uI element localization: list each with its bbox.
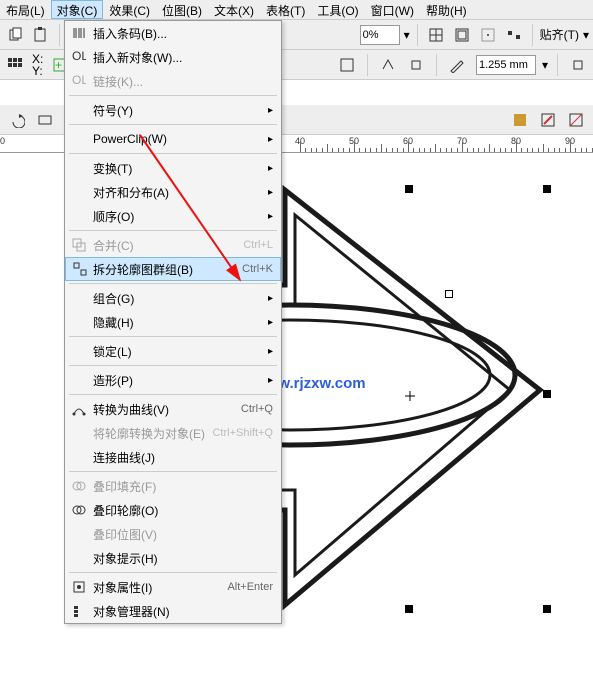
combine-icon: [71, 237, 87, 253]
menu-insert-barcode[interactable]: 插入条码(B)...: [65, 21, 281, 45]
menu-object-hinting[interactable]: 对象提示(H): [65, 546, 281, 570]
menu-group[interactable]: 组合(G)▸: [65, 286, 281, 310]
submenu-arrow-icon: ▸: [268, 105, 273, 116]
menu-object[interactable]: 对象(C): [51, 0, 104, 19]
copy-button[interactable]: [4, 24, 26, 46]
menu-links: OLE链接(K)...: [65, 69, 281, 93]
x-label: X:: [32, 53, 43, 65]
svg-text:+: +: [55, 58, 62, 72]
submenu-arrow-icon: ▸: [268, 134, 273, 145]
menu-overprint-outline[interactable]: 叠印轮廓(O): [65, 498, 281, 522]
undo-action-button[interactable]: [6, 109, 28, 131]
outline-pen-button[interactable]: [446, 54, 468, 76]
snap-dynamic-button[interactable]: [503, 24, 525, 46]
menu-object-properties[interactable]: 对象属性(I)Alt+Enter: [65, 575, 281, 599]
selection-center[interactable]: [405, 390, 415, 400]
dropdown-arrow-icon[interactable]: ▾: [583, 28, 589, 42]
menu-insert-object[interactable]: OLE插入新对象(W)...: [65, 45, 281, 69]
menu-table[interactable]: 表格(T): [260, 0, 311, 19]
snap-guides-button[interactable]: [451, 24, 473, 46]
y-label: Y:: [32, 65, 43, 77]
object-menu-dropdown: 插入条码(B)... OLE插入新对象(W)... OLE链接(K)... 符号…: [64, 20, 282, 624]
break-icon: [72, 261, 88, 277]
outline-color-button[interactable]: [537, 109, 559, 131]
grid-tool-button[interactable]: [4, 54, 26, 76]
snap-label[interactable]: 贴齐(T): [540, 26, 579, 43]
menu-hide[interactable]: 隐藏(H)▸: [65, 310, 281, 334]
dropdown-arrow-icon[interactable]: ▾: [404, 28, 410, 42]
submenu-arrow-icon: ▸: [268, 163, 273, 174]
node-handle[interactable]: [445, 290, 453, 298]
fill-color-button[interactable]: [509, 109, 531, 131]
props-icon: [71, 579, 87, 595]
menu-outline-to-object: 将轮廓转换为对象(E)Ctrl+Shift+Q: [65, 421, 281, 445]
wrap-button[interactable]: [336, 54, 358, 76]
selection-handle-mr[interactable]: [543, 390, 551, 398]
menu-powerclip[interactable]: PowerClip(W)▸: [65, 127, 281, 151]
dropdown-arrow-icon[interactable]: ▾: [542, 58, 548, 72]
menu-convert-curves[interactable]: 转换为曲线(V)Ctrl+Q: [65, 397, 281, 421]
no-fill-button[interactable]: [565, 109, 587, 131]
menu-help[interactable]: 帮助(H): [420, 0, 473, 19]
submenu-arrow-icon: ▸: [268, 317, 273, 328]
menu-window[interactable]: 窗口(W): [365, 0, 420, 19]
menu-shaping[interactable]: 造形(P)▸: [65, 368, 281, 392]
menu-order[interactable]: 顺序(O)▸: [65, 204, 281, 228]
menubar: 布局(L) 对象(C) 效果(C) 位图(B) 文本(X) 表格(T) 工具(O…: [0, 0, 593, 20]
submenu-arrow-icon: ▸: [268, 211, 273, 222]
menu-join-curves[interactable]: 连接曲线(J): [65, 445, 281, 469]
menu-align-distribute[interactable]: 对齐和分布(A)▸: [65, 180, 281, 204]
ole-new-icon: OLE: [71, 49, 87, 65]
submenu-arrow-icon: ▸: [268, 293, 273, 304]
rect-tool-button[interactable]: [34, 109, 56, 131]
menu-overprint-bitmap: 叠印位图(V): [65, 522, 281, 546]
edge-button[interactable]: [567, 54, 589, 76]
manager-icon: [71, 603, 87, 619]
menu-tools[interactable]: 工具(O): [311, 0, 364, 19]
svg-text:OLE: OLE: [72, 50, 86, 63]
overfill-icon: [71, 478, 87, 494]
menu-break-apart[interactable]: 拆分轮廓图群组(B)Ctrl+K: [65, 257, 281, 281]
contour-steps-button[interactable]: [405, 54, 427, 76]
outline-width-input[interactable]: [476, 55, 536, 75]
overoutline-icon: [71, 502, 87, 518]
paste-button[interactable]: [30, 24, 52, 46]
menu-bitmap[interactable]: 位图(B): [156, 0, 208, 19]
menu-lock[interactable]: 锁定(L)▸: [65, 339, 281, 363]
selection-handle-tm[interactable]: [405, 185, 413, 193]
menu-transform[interactable]: 变换(T)▸: [65, 156, 281, 180]
ole-link-icon: OLE: [71, 73, 87, 89]
submenu-arrow-icon: ▸: [268, 346, 273, 357]
contour-direction-button[interactable]: [377, 54, 399, 76]
menu-text[interactable]: 文本(X): [208, 0, 260, 19]
svg-text:OLE: OLE: [72, 74, 86, 87]
menu-overprint-fill: 叠印填充(F): [65, 474, 281, 498]
selection-handle-tr[interactable]: [543, 185, 551, 193]
submenu-arrow-icon: ▸: [268, 187, 273, 198]
menu-effects[interactable]: 效果(C): [103, 0, 156, 19]
barcode-icon: [71, 25, 87, 41]
snap-grid-button[interactable]: [425, 24, 447, 46]
menu-combine: 合并(C)Ctrl+L: [65, 233, 281, 257]
convert-icon: [71, 401, 87, 417]
snap-objects-button[interactable]: [477, 24, 499, 46]
selection-handle-bm[interactable]: [405, 605, 413, 613]
zoom-input[interactable]: [360, 25, 400, 45]
menu-object-manager[interactable]: 对象管理器(N): [65, 599, 281, 623]
menu-layout[interactable]: 布局(L): [0, 0, 51, 19]
menu-symbol[interactable]: 符号(Y)▸: [65, 98, 281, 122]
selection-handle-br[interactable]: [543, 605, 551, 613]
submenu-arrow-icon: ▸: [268, 375, 273, 386]
